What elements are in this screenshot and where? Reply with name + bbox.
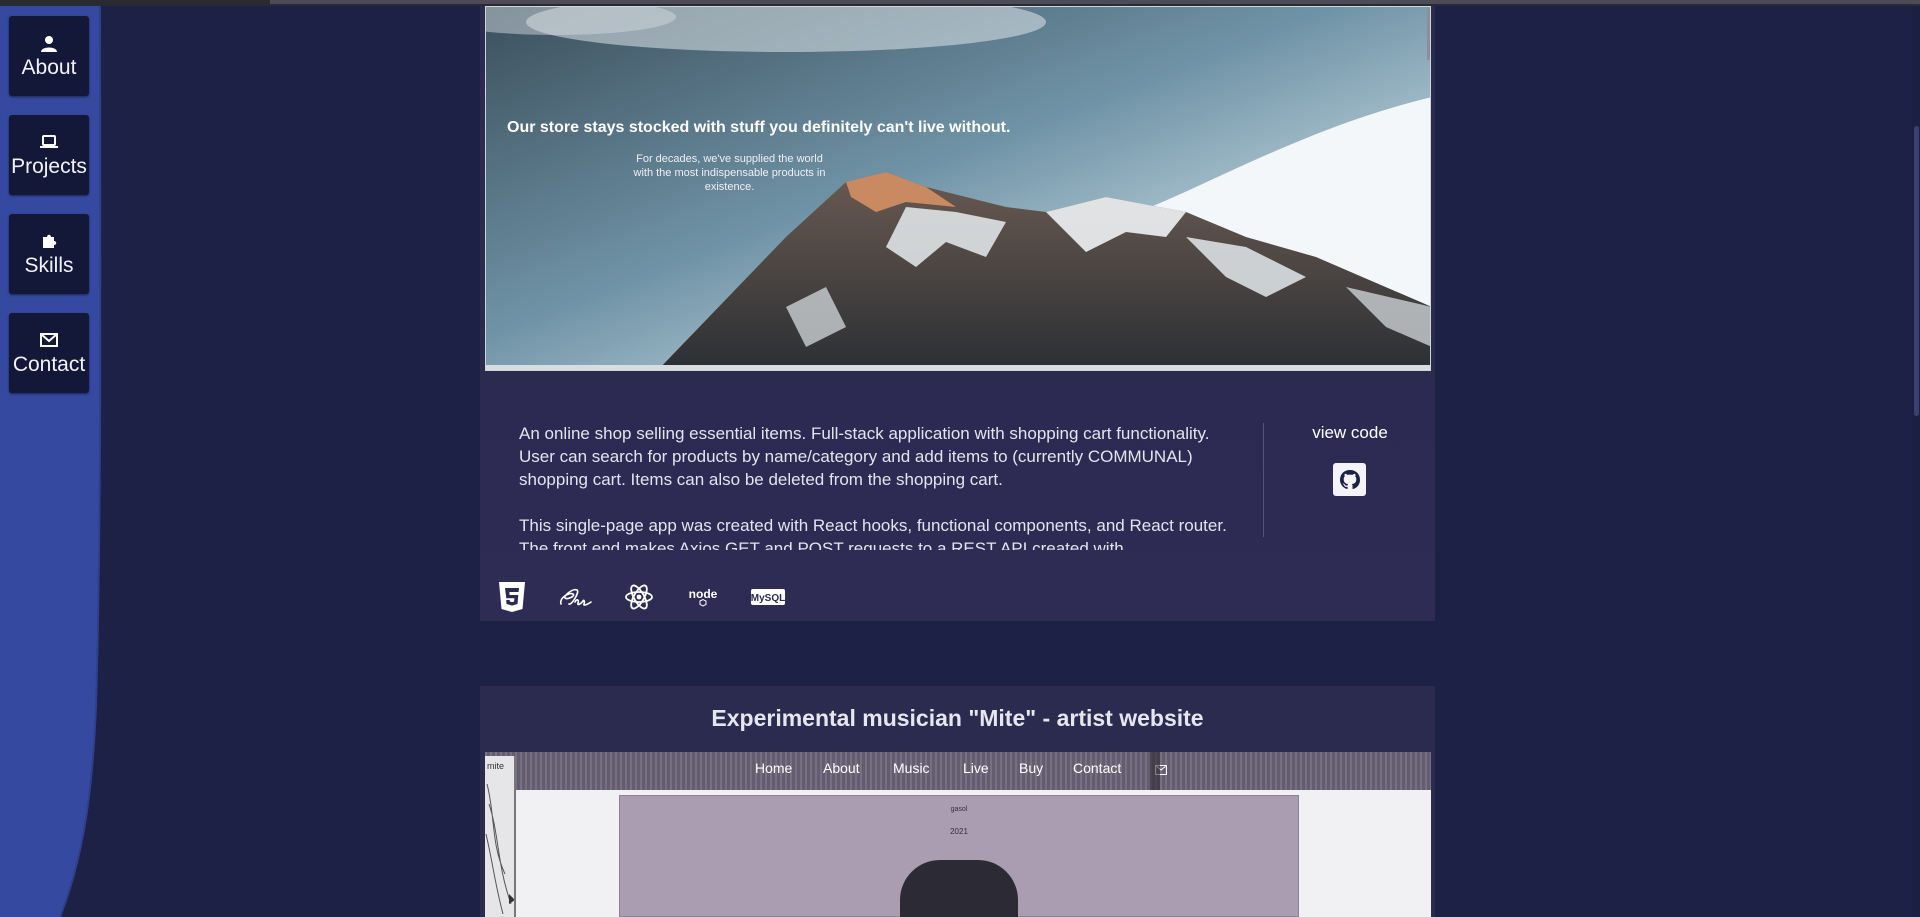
preview-hero-subtitle: For decades, we've supplied the world wi… (633, 153, 826, 193)
react-icon (623, 580, 655, 614)
github-icon (1339, 469, 1360, 489)
mite-artwork (900, 860, 1018, 917)
sass-icon (556, 580, 596, 614)
description-paragraph: This single-page app was created with Re… (519, 516, 1227, 550)
nav-skills-button[interactable]: Skills (9, 214, 89, 294)
envelope-icon (40, 329, 58, 351)
mite-nav-buy: Buy (1019, 760, 1044, 776)
mite-nav-live: Live (963, 760, 989, 776)
mite-site-nav: Home About Music Live Buy Contact (485, 752, 1431, 790)
page-scrollbar-thumb[interactable] (1914, 126, 1919, 416)
node-logo-text: node (689, 587, 718, 601)
mite-logo-panel: mite (485, 756, 516, 917)
nav-contact-label: Contact (12, 353, 86, 376)
nav-about-label: About (21, 56, 77, 79)
user-icon (41, 32, 57, 54)
description-paragraph: An online shop selling essential items. … (519, 424, 1210, 489)
preview-hero-title: Our store stays stocked with stuff you d… (507, 119, 1011, 136)
mite-nav-about: About (823, 760, 860, 776)
nav-about-button[interactable]: About (9, 16, 89, 96)
mite-nav-home: Home (755, 760, 793, 776)
mite-nav-shadow (1150, 752, 1160, 790)
node-icon: node (683, 580, 723, 614)
side-nav: About Projects Skills Contact (9, 16, 89, 412)
nav-projects-label: Projects (11, 155, 87, 178)
puzzle-icon (41, 230, 58, 252)
nav-contact-button[interactable]: Contact (9, 313, 89, 393)
preview-scrollbar[interactable] (1427, 8, 1430, 60)
view-code-label: view code (1312, 423, 1388, 442)
browser-top-strip (270, 0, 1920, 4)
mite-nav-music: Music (893, 760, 930, 776)
description-divider (1263, 423, 1264, 537)
mite-year: 2021 (950, 827, 968, 836)
mite-release-panel: gasol 2021 (619, 795, 1299, 917)
nav-skills-label: Skills (24, 254, 74, 277)
mysql-icon: MySQL (750, 580, 786, 614)
mite-nav-contact: Contact (1073, 760, 1122, 776)
mite-logo-text: mite (487, 761, 505, 771)
laptop-icon (40, 131, 58, 153)
project-title-mite: Experimental musician "Mite" - artist we… (711, 705, 1204, 731)
mite-small-text: gasol (950, 806, 968, 813)
mysql-logo-text: MySQL (751, 593, 785, 604)
project-preview-mite: Home About Music Live Buy Contact mite g… (485, 752, 1431, 917)
github-link-button[interactable] (1333, 463, 1366, 496)
sketch-decoration (485, 783, 514, 915)
html5-icon (497, 580, 527, 614)
project-description: An online shop selling essential items. … (519, 422, 1229, 550)
project-preview-shop (485, 6, 1431, 371)
nav-projects-button[interactable]: Projects (9, 115, 89, 195)
mountain-image (486, 7, 1430, 370)
